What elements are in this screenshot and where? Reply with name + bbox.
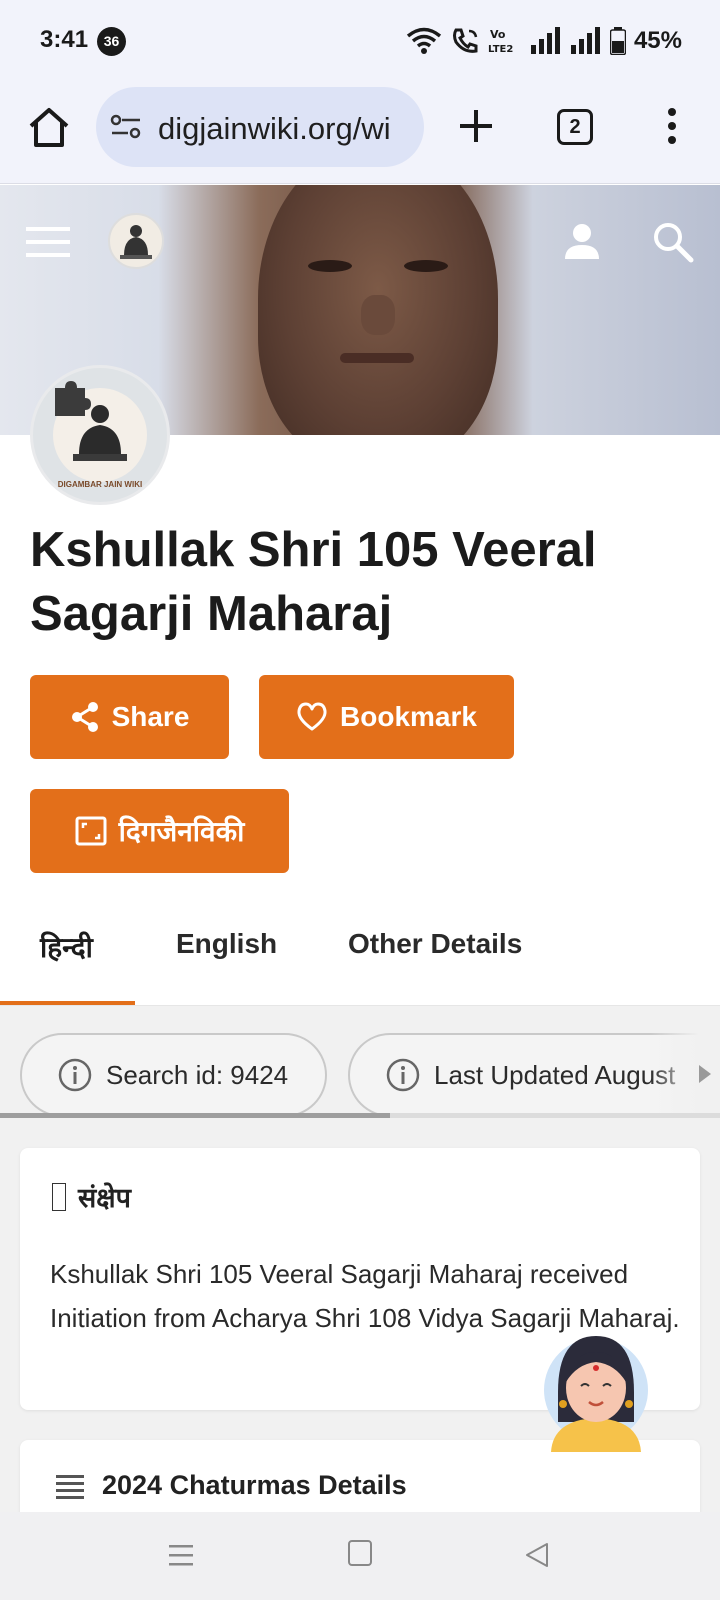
site-settings-icon[interactable] — [110, 111, 142, 143]
back-icon[interactable] — [524, 1542, 550, 1568]
battery-icon — [609, 27, 626, 55]
share-icon — [71, 702, 98, 732]
hero-portrait — [258, 185, 498, 435]
search-icon[interactable] — [652, 221, 694, 263]
summary-heading: संक्षेप — [52, 1178, 131, 1215]
tab-switcher-button[interactable]: 2 — [557, 109, 593, 145]
info-icon — [58, 1058, 92, 1092]
site-logo: DIGAMBAR JAIN WIKI — [30, 365, 170, 505]
chaturmas-heading-text: 2024 Chaturmas Details — [102, 1470, 407, 1500]
list-icon — [56, 1474, 84, 1499]
assistant-avatar-icon[interactable] — [543, 1322, 649, 1452]
jain-figure-icon — [120, 225, 152, 259]
system-navigation-bar — [0, 1512, 720, 1600]
hamburger-menu-icon[interactable] — [26, 225, 70, 259]
recent-apps-icon[interactable] — [168, 1542, 194, 1568]
share-button[interactable]: Share — [30, 675, 229, 759]
svg-text:Vo: Vo — [490, 28, 506, 41]
status-time: 3:41 — [40, 26, 89, 53]
search-id-text: Search id: 9424 — [106, 1059, 289, 1090]
summary-heading-text: संक्षेप — [78, 1183, 131, 1213]
bookmark-button[interactable]: Bookmark — [259, 675, 514, 759]
browser-toolbar: digjainwiki.org/wi 2 — [0, 84, 720, 184]
volte-icon: Vo LTE2 — [488, 28, 513, 55]
signal-icon-2 — [570, 27, 600, 54]
status-indicators: Vo LTE2 45% — [406, 24, 682, 58]
bookmark-button-label: Bookmark — [340, 701, 477, 732]
scroll-right-arrow-icon[interactable] — [699, 1065, 711, 1083]
last-updated-text: Last Updated August — [434, 1059, 676, 1090]
chips-scrollbar-thumb[interactable] — [0, 1113, 390, 1118]
battery-percent: 45% — [633, 27, 682, 54]
wifi-icon — [406, 27, 442, 54]
wifi-call-icon — [452, 28, 478, 53]
logo-caption: DIGAMBAR JAIN WIKI — [57, 480, 143, 489]
image-frame-icon — [75, 816, 107, 846]
puzzle-piece-icon — [55, 381, 91, 416]
header-logo[interactable] — [108, 213, 164, 269]
home-icon[interactable] — [26, 104, 72, 150]
share-button-label: Share — [111, 701, 190, 732]
active-tab-indicator — [0, 1001, 135, 1005]
heart-icon — [297, 702, 327, 731]
tab-english[interactable]: English — [176, 928, 277, 960]
signal-icon-1 — [530, 27, 560, 54]
tab-hindi[interactable]: हिन्दी — [40, 928, 93, 966]
notification-count-badge: 36 — [97, 27, 126, 56]
url-bar[interactable]: digjainwiki.org/wi — [96, 87, 424, 167]
digjainwiki-button[interactable]: दिगजैनविकी — [30, 789, 289, 873]
page-title: Kshullak Shri 105 Veeral Sagarji Maharaj — [30, 523, 597, 641]
home-button-icon[interactable] — [348, 1540, 372, 1566]
status-bar: 3:41 36 Vo LTE2 45% — [0, 0, 720, 84]
chaturmas-heading: 2024 Chaturmas Details — [56, 1470, 407, 1501]
more-options-icon[interactable] — [657, 106, 687, 146]
new-tab-icon[interactable] — [456, 106, 496, 146]
digjainwiki-button-label: दिगजैनविकी — [118, 816, 245, 847]
url-text: digjainwiki.org/wi — [158, 111, 391, 146]
search-id-chip[interactable]: Search id: 9424 — [20, 1033, 327, 1117]
info-chips: Search id: 9424 Last Updated August — [0, 1033, 720, 1117]
user-account-icon[interactable] — [562, 221, 602, 261]
missing-glyph-icon — [52, 1182, 66, 1211]
info-icon — [386, 1058, 420, 1092]
svg-text:LTE2: LTE2 — [488, 44, 513, 55]
tab-other-details[interactable]: Other Details — [348, 928, 522, 960]
language-tabs: हिन्दी English Other Details — [0, 900, 720, 1006]
